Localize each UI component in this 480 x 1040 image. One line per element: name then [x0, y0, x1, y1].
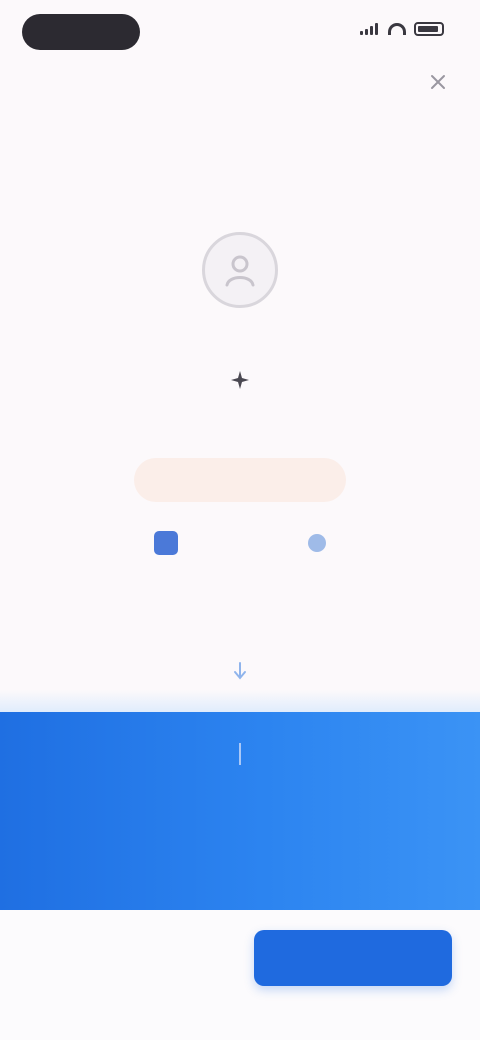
rating-row	[154, 526, 326, 560]
promo-chip	[134, 458, 346, 502]
avatar	[202, 232, 278, 308]
close-icon	[431, 75, 445, 89]
battery-icon	[414, 22, 444, 36]
plans-panel	[0, 712, 480, 910]
arrow-down-icon	[232, 660, 248, 682]
status-bar	[0, 0, 480, 64]
wifi-icon	[388, 23, 406, 35]
sparkle-icon	[231, 371, 249, 389]
plan-tabs	[108, 736, 372, 772]
feature-icon	[224, 364, 256, 396]
status-time	[22, 14, 140, 50]
primary-button[interactable]	[254, 930, 452, 986]
status-icons	[360, 22, 444, 36]
close-button[interactable]	[422, 66, 454, 98]
user-icon	[225, 255, 255, 287]
plan-tab-divider	[239, 743, 241, 765]
secondary-button[interactable]	[44, 934, 212, 982]
app-badge-icon	[154, 531, 178, 555]
signal-icon	[360, 23, 380, 35]
arrow-down-glyph	[234, 662, 246, 680]
bottom-action-bar	[0, 910, 480, 1040]
info-dot-icon	[308, 534, 326, 552]
